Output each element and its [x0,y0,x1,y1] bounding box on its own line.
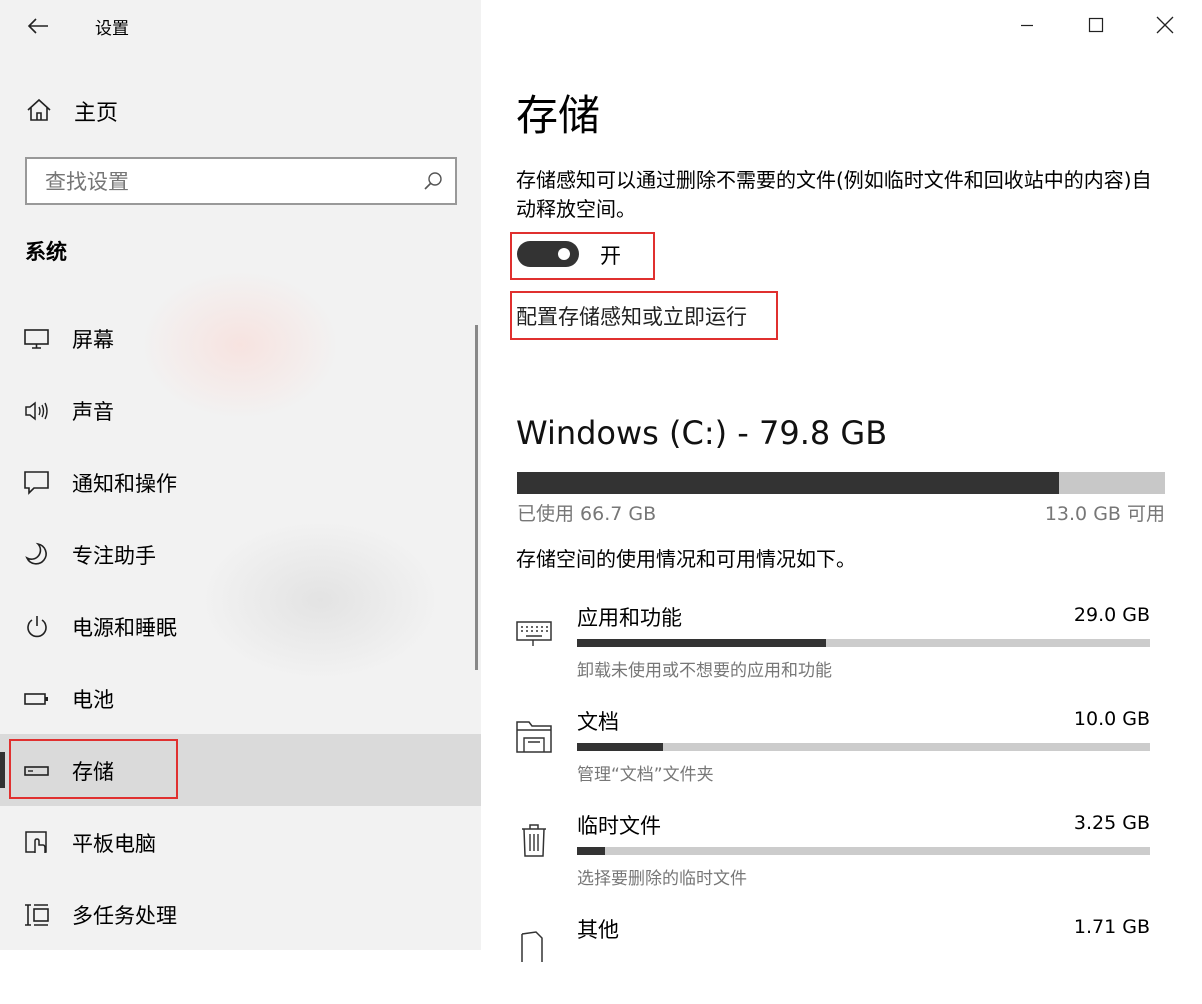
sidebar-item-display[interactable]: 屏幕 [0,302,481,374]
maximize-icon [1088,17,1104,33]
sidebar-item-label: 多任务处理 [72,904,177,928]
category-usage-bar [577,847,1150,855]
highlight-box-toggle [510,232,655,280]
page-title: 存储 [516,91,601,140]
speaker-icon [24,398,50,424]
category-description: 选择要删除的临时文件 [577,869,747,889]
minimize-button[interactable] [993,0,1061,50]
search-input[interactable] [43,167,407,197]
folder-icon [516,718,552,754]
notification-icon [24,470,50,496]
close-icon [1156,16,1174,34]
storage-sense-description: 存储感知可以通过删除不需要的文件(例如临时文件和回收站中的内容)自动释放空间。 [516,168,1152,221]
category-description: 卸载未使用或不想要的应用和功能 [577,661,832,681]
battery-icon [24,686,50,712]
category-size: 3.25 GB [1073,812,1150,834]
sidebar-item-battery[interactable]: 电池 [0,662,481,734]
category-description: 管理“文档”文件夹 [577,765,714,785]
sidebar-item-label: 屏幕 [72,328,114,352]
category-usage-bar [577,743,1150,751]
multitasking-icon [24,902,50,928]
sidebar-item-label: 声音 [72,400,114,424]
drive-usage-fill [517,472,1059,494]
category-usage-bar [577,639,1150,647]
search-box[interactable] [25,157,457,205]
settings-window: 设置 主页 系统 屏幕 [0,0,1202,962]
sidebar-item-storage[interactable]: 存储 [0,734,481,806]
power-icon [24,614,50,640]
other-file-icon [516,926,552,962]
category-usage-fill [577,743,663,751]
keyboard-icon [516,614,552,650]
sidebar-item-label: 电池 [72,688,114,712]
category-name: 应用和功能 [577,606,682,630]
close-button[interactable] [1131,0,1199,50]
sidebar-item-label: 存储 [72,760,114,784]
sidebar-item-power-sleep[interactable]: 电源和睡眠 [0,590,481,662]
used-space-text: 已使用 66.7 GB [517,503,657,525]
category-usage-fill [577,847,606,855]
category-size: 10.0 GB [1073,708,1150,730]
category-name: 文档 [577,710,619,734]
category-temp-files[interactable]: 临时文件 3.25 GB 选择要删除的临时文件 [516,810,1166,900]
search-icon[interactable] [423,171,443,191]
category-documents[interactable]: 文档 10.0 GB 管理“文档”文件夹 [516,706,1166,796]
usage-summary-text: 存储空间的使用情况和可用情况如下。 [516,547,856,571]
free-space-text: 13.0 GB 可用 [1044,503,1165,525]
sidebar-item-focus-assist[interactable]: 专注助手 [0,518,481,590]
sidebar-item-multitasking[interactable]: 多任务处理 [0,878,481,950]
maximize-button[interactable] [1062,0,1130,50]
sidebar: 设置 主页 系统 屏幕 [0,0,481,950]
category-size: 1.71 GB [1073,916,1150,938]
sidebar-item-home[interactable]: 主页 [0,86,481,134]
sidebar-item-label: 专注助手 [72,544,156,568]
category-size: 29.0 GB [1073,604,1150,626]
drive-title: Windows (C:) - 79.8 GB [516,414,888,452]
category-apps-features[interactable]: 应用和功能 29.0 GB 卸载未使用或不想要的应用和功能 [516,602,1166,692]
sidebar-scrollbar[interactable] [475,325,478,670]
category-usage-fill [577,639,826,647]
moon-icon [24,542,50,568]
sidebar-item-notifications[interactable]: 通知和操作 [0,446,481,518]
app-title: 设置 [95,19,129,39]
back-button[interactable] [22,10,54,42]
sidebar-item-sound[interactable]: 声音 [0,374,481,446]
category-other[interactable]: 其他 1.71 GB [516,914,1166,1004]
tablet-icon [24,830,50,856]
sidebar-nav: 屏幕 声音 通知和操作 专注助手 电源和睡眠 电池 存储 平板电脑 多任务处理 [0,302,481,950]
sidebar-item-label: 主页 [74,101,119,126]
drive-usage-bar [517,472,1165,494]
back-arrow-icon [27,18,48,34]
main-content: 存储 存储感知可以通过删除不需要的文件(例如临时文件和回收站中的内容)自动释放空… [481,0,1202,962]
monitor-icon [24,326,50,352]
sidebar-item-label: 平板电脑 [72,832,156,856]
category-name: 临时文件 [577,814,661,838]
sidebar-item-tablet[interactable]: 平板电脑 [0,806,481,878]
home-icon [26,98,52,122]
storage-drive-icon [24,758,50,784]
sidebar-item-label: 通知和操作 [72,472,177,496]
minimize-icon [1021,24,1033,27]
section-title: 系统 [25,240,67,264]
trash-icon [516,822,552,858]
highlight-box-config-link [510,291,778,340]
sidebar-item-label: 电源和睡眠 [72,616,177,640]
category-name: 其他 [577,918,619,942]
